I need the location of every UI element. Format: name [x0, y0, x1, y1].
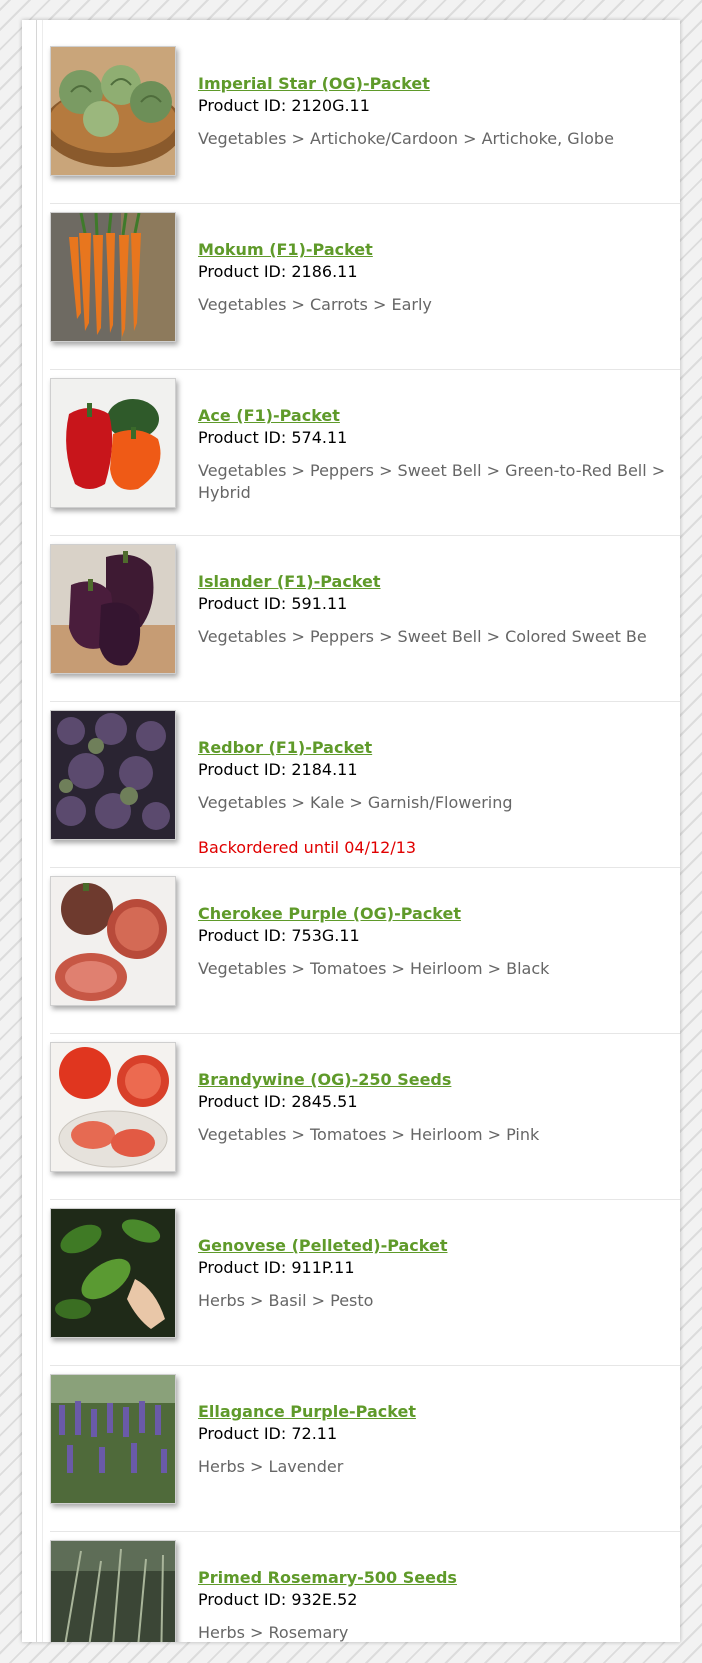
- product-list: Imperial Star (OG)-Packet Product ID: 21…: [50, 38, 680, 1642]
- kale-image[interactable]: [50, 710, 176, 840]
- product-category: Vegetables > Artichoke/Cardoon > Articho…: [198, 129, 614, 148]
- product-title-link[interactable]: Brandywine (OG)-250 Seeds: [198, 1070, 680, 1090]
- product-category: Vegetables > Kale > Garnish/Flowering: [198, 793, 513, 812]
- list-item: Ace (F1)-Packet Product ID: 574.11 Veget…: [50, 370, 680, 536]
- rosemary-image[interactable]: [50, 1540, 176, 1642]
- artichoke-image[interactable]: [50, 46, 176, 176]
- product-category: Vegetables > Peppers > Sweet Bell > Gree…: [198, 461, 666, 502]
- product-category: Vegetables > Tomatoes > Heirloom > Pink: [198, 1125, 540, 1144]
- product-id: Product ID: 2120G.11: [198, 96, 370, 115]
- product-id: Product ID: 911P.11: [198, 1258, 355, 1277]
- product-id: Product ID: 932E.52: [198, 1590, 358, 1609]
- product-title-link[interactable]: Primed Rosemary-500 Seeds: [198, 1568, 680, 1588]
- carrot-image[interactable]: [50, 212, 176, 342]
- left-rule-secondary: [42, 20, 43, 1642]
- product-title-link[interactable]: Redbor (F1)-Packet: [198, 738, 680, 758]
- product-title-link[interactable]: Genovese (Pelleted)-Packet: [198, 1236, 680, 1256]
- product-title-link[interactable]: Mokum (F1)-Packet: [198, 240, 680, 260]
- product-id: Product ID: 591.11: [198, 594, 348, 613]
- list-item: Primed Rosemary-500 Seeds Product ID: 93…: [50, 1532, 680, 1642]
- product-id: Product ID: 2184.11: [198, 760, 358, 779]
- product-id: Product ID: 574.11: [198, 428, 348, 447]
- product-list-panel: Imperial Star (OG)-Packet Product ID: 21…: [22, 20, 680, 1642]
- basil-image[interactable]: [50, 1208, 176, 1338]
- product-title-link[interactable]: Islander (F1)-Packet: [198, 572, 680, 592]
- left-rule: [36, 20, 37, 1642]
- list-item: Genovese (Pelleted)-Packet Product ID: 9…: [50, 1200, 680, 1366]
- list-item: Mokum (F1)-Packet Product ID: 2186.11 Ve…: [50, 204, 680, 370]
- product-category: Herbs > Lavender: [198, 1457, 344, 1476]
- product-title-link[interactable]: Ellagance Purple-Packet: [198, 1402, 680, 1422]
- purple-pepper-image[interactable]: [50, 544, 176, 674]
- product-category: Vegetables > Carrots > Early: [198, 295, 432, 314]
- product-id: Product ID: 2186.11: [198, 262, 358, 281]
- product-category: Herbs > Rosemary: [198, 1623, 349, 1642]
- list-item: Islander (F1)-Packet Product ID: 591.11 …: [50, 536, 680, 702]
- product-category: Herbs > Basil > Pesto: [198, 1291, 374, 1310]
- list-item: Redbor (F1)-Packet Product ID: 2184.11 V…: [50, 702, 680, 868]
- product-id: Product ID: 72.11: [198, 1424, 338, 1443]
- product-id: Product ID: 753G.11: [198, 926, 360, 945]
- lavender-image[interactable]: [50, 1374, 176, 1504]
- brandywine-tomato-image[interactable]: [50, 1042, 176, 1172]
- list-item: Ellagance Purple-Packet Product ID: 72.1…: [50, 1366, 680, 1532]
- product-category: Vegetables > Peppers > Sweet Bell > Colo…: [198, 627, 647, 646]
- backorder-status: Backordered until 04/12/13: [198, 838, 417, 857]
- cherokee-tomato-image[interactable]: [50, 876, 176, 1006]
- product-category: Vegetables > Tomatoes > Heirloom > Black: [198, 959, 550, 978]
- product-title-link[interactable]: Ace (F1)-Packet: [198, 406, 680, 426]
- product-title-link[interactable]: Cherokee Purple (OG)-Packet: [198, 904, 680, 924]
- list-item: Brandywine (OG)-250 Seeds Product ID: 28…: [50, 1034, 680, 1200]
- product-id: Product ID: 2845.51: [198, 1092, 358, 1111]
- list-item: Imperial Star (OG)-Packet Product ID: 21…: [50, 38, 680, 204]
- product-title-link[interactable]: Imperial Star (OG)-Packet: [198, 74, 680, 94]
- pepper-image[interactable]: [50, 378, 176, 508]
- list-item: Cherokee Purple (OG)-Packet Product ID: …: [50, 868, 680, 1034]
